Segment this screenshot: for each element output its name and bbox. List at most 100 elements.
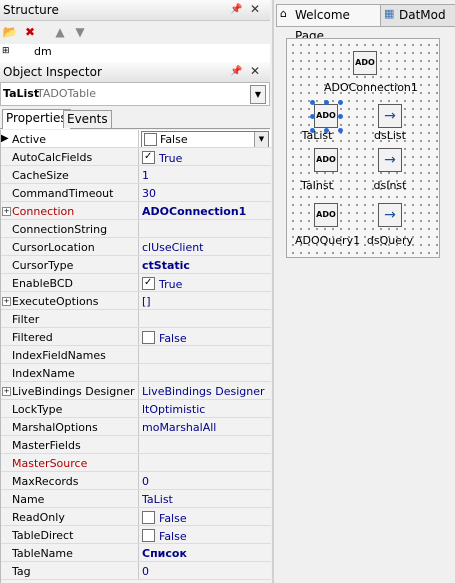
column-separator[interactable] bbox=[138, 436, 139, 454]
folder-icon[interactable]: 📂 bbox=[2, 24, 18, 40]
tab-events[interactable]: Events bbox=[63, 110, 112, 128]
arrow-up-icon[interactable]: ▲ bbox=[52, 24, 68, 40]
property-row[interactable]: AutoCalcFields True bbox=[1, 148, 271, 166]
selection-handle[interactable] bbox=[310, 114, 315, 119]
checkbox[interactable] bbox=[144, 133, 157, 146]
checkbox[interactable] bbox=[142, 529, 155, 542]
selection-handle[interactable] bbox=[338, 128, 343, 133]
property-row[interactable]: ConnectionString bbox=[1, 220, 271, 238]
property-value[interactable]: 1 bbox=[142, 169, 270, 182]
property-value[interactable]: Список bbox=[142, 547, 270, 560]
property-row[interactable]: MasterFields bbox=[1, 436, 271, 454]
column-separator[interactable] bbox=[138, 238, 139, 256]
property-value[interactable]: True bbox=[142, 277, 270, 291]
property-row[interactable]: + LiveBindings Designer LiveBindings Desig… bbox=[1, 382, 271, 400]
column-separator[interactable] bbox=[138, 418, 139, 436]
property-value[interactable]: 0 bbox=[142, 475, 270, 488]
column-separator[interactable] bbox=[138, 526, 139, 544]
property-value[interactable]: [] bbox=[142, 295, 270, 308]
selection-handle[interactable] bbox=[310, 100, 315, 105]
column-separator[interactable] bbox=[138, 364, 139, 382]
column-separator[interactable] bbox=[138, 508, 139, 526]
column-separator[interactable] bbox=[138, 220, 139, 238]
arrow-down-icon[interactable]: ▼ bbox=[72, 24, 88, 40]
tab-datmod[interactable]: ▦ DatMod bbox=[380, 4, 455, 27]
property-value[interactable]: True bbox=[142, 151, 270, 165]
property-row[interactable]: IndexFieldNames bbox=[1, 346, 271, 364]
column-separator[interactable] bbox=[138, 148, 139, 166]
property-row[interactable]: Filter bbox=[1, 310, 271, 328]
property-row[interactable]: MaxRecords 0 bbox=[1, 472, 271, 490]
property-row[interactable]: ▶ Active False ▼ bbox=[1, 130, 271, 148]
close-icon[interactable]: ✕ bbox=[250, 65, 260, 77]
selection-handle[interactable] bbox=[338, 114, 343, 119]
column-separator[interactable] bbox=[138, 472, 139, 490]
property-row[interactable]: Name TaList bbox=[1, 490, 271, 508]
property-value[interactable]: TaList bbox=[142, 493, 270, 506]
column-separator[interactable] bbox=[138, 490, 139, 508]
column-separator[interactable] bbox=[138, 382, 139, 400]
column-separator[interactable] bbox=[138, 400, 139, 418]
property-value[interactable]: False bbox=[142, 529, 270, 543]
tab-welcome-page[interactable]: ⌂ Welcome Page bbox=[276, 4, 382, 43]
property-value[interactable]: False bbox=[142, 331, 270, 345]
property-value[interactable]: ltOptimistic bbox=[142, 403, 270, 416]
property-value[interactable]: ADOConnection1 bbox=[142, 205, 270, 218]
pin-icon[interactable]: 📌 bbox=[230, 4, 242, 16]
checkbox[interactable] bbox=[142, 511, 155, 524]
property-row[interactable]: CursorLocation clUseClient bbox=[1, 238, 271, 256]
column-separator[interactable] bbox=[138, 328, 139, 346]
property-value[interactable]: ctStatic bbox=[142, 259, 270, 272]
column-separator[interactable] bbox=[138, 454, 139, 472]
property-row[interactable]: + ExecuteOptions [] bbox=[1, 292, 271, 310]
column-separator[interactable] bbox=[138, 292, 139, 310]
property-value[interactable]: LiveBindings Designer bbox=[142, 385, 270, 398]
property-row[interactable]: EnableBCD True bbox=[1, 274, 271, 292]
property-row[interactable]: CacheSize 1 bbox=[1, 166, 271, 184]
property-value[interactable]: False bbox=[142, 511, 270, 525]
component-adoconn-icon[interactable]: ADO bbox=[353, 51, 377, 75]
pin-icon[interactable]: 📌 bbox=[230, 66, 242, 78]
property-row[interactable]: ReadOnly False bbox=[1, 508, 271, 526]
expand-icon[interactable]: + bbox=[2, 207, 11, 216]
structure-tree[interactable]: ⊞ dm bbox=[0, 44, 270, 63]
property-row[interactable]: MasterSource bbox=[1, 454, 271, 472]
chevron-down-icon[interactable]: ▼ bbox=[250, 85, 266, 104]
column-separator[interactable] bbox=[138, 184, 139, 202]
column-separator[interactable] bbox=[138, 310, 139, 328]
component-talist-icon[interactable]: ADO bbox=[314, 104, 338, 128]
tree-expand-icon[interactable]: ⊞ bbox=[2, 46, 10, 56]
column-separator[interactable] bbox=[138, 346, 139, 364]
property-value[interactable]: moMarshalAll bbox=[142, 421, 270, 434]
checkbox[interactable] bbox=[142, 151, 155, 164]
property-row[interactable]: Tag 0 bbox=[1, 562, 271, 580]
column-separator[interactable] bbox=[138, 130, 139, 148]
component-dsinst-icon[interactable]: → bbox=[378, 148, 402, 172]
property-row[interactable]: LockType ltOptimistic bbox=[1, 400, 271, 418]
property-value[interactable]: 0 bbox=[142, 565, 270, 578]
property-row[interactable]: Filtered False bbox=[1, 328, 271, 346]
tab-properties[interactable]: Properties bbox=[2, 109, 71, 129]
column-separator[interactable] bbox=[138, 166, 139, 184]
property-row[interactable]: CursorType ctStatic bbox=[1, 256, 271, 274]
property-value[interactable]: 30 bbox=[142, 187, 270, 200]
property-row[interactable]: MarshalOptions moMarshalAll bbox=[1, 418, 271, 436]
property-row[interactable]: TableDirect False bbox=[1, 526, 271, 544]
tree-item[interactable]: dm bbox=[34, 45, 52, 58]
component-dslist-icon[interactable]: → bbox=[378, 104, 402, 128]
form-designer[interactable]: ADO ADOConnection1 ADO TaList → dsList ADO TaIn… bbox=[286, 38, 440, 258]
component-tainst-icon[interactable]: ADO bbox=[314, 148, 338, 172]
close-icon[interactable]: ✕ bbox=[250, 3, 260, 15]
component-adoquery-icon[interactable]: ADO bbox=[314, 203, 338, 227]
column-separator[interactable] bbox=[138, 562, 139, 580]
component-dsquery-icon[interactable]: → bbox=[378, 203, 402, 227]
expand-icon[interactable]: + bbox=[2, 297, 11, 306]
checkbox[interactable] bbox=[142, 277, 155, 290]
property-row[interactable]: IndexName bbox=[1, 364, 271, 382]
splitter[interactable] bbox=[272, 0, 274, 583]
selection-handle[interactable] bbox=[324, 100, 329, 105]
property-value[interactable]: clUseClient bbox=[142, 241, 270, 254]
chevron-down-icon[interactable]: ▼ bbox=[254, 132, 268, 147]
property-row[interactable]: + Connection ADOConnection1 bbox=[1, 202, 271, 220]
checkbox[interactable] bbox=[142, 331, 155, 344]
